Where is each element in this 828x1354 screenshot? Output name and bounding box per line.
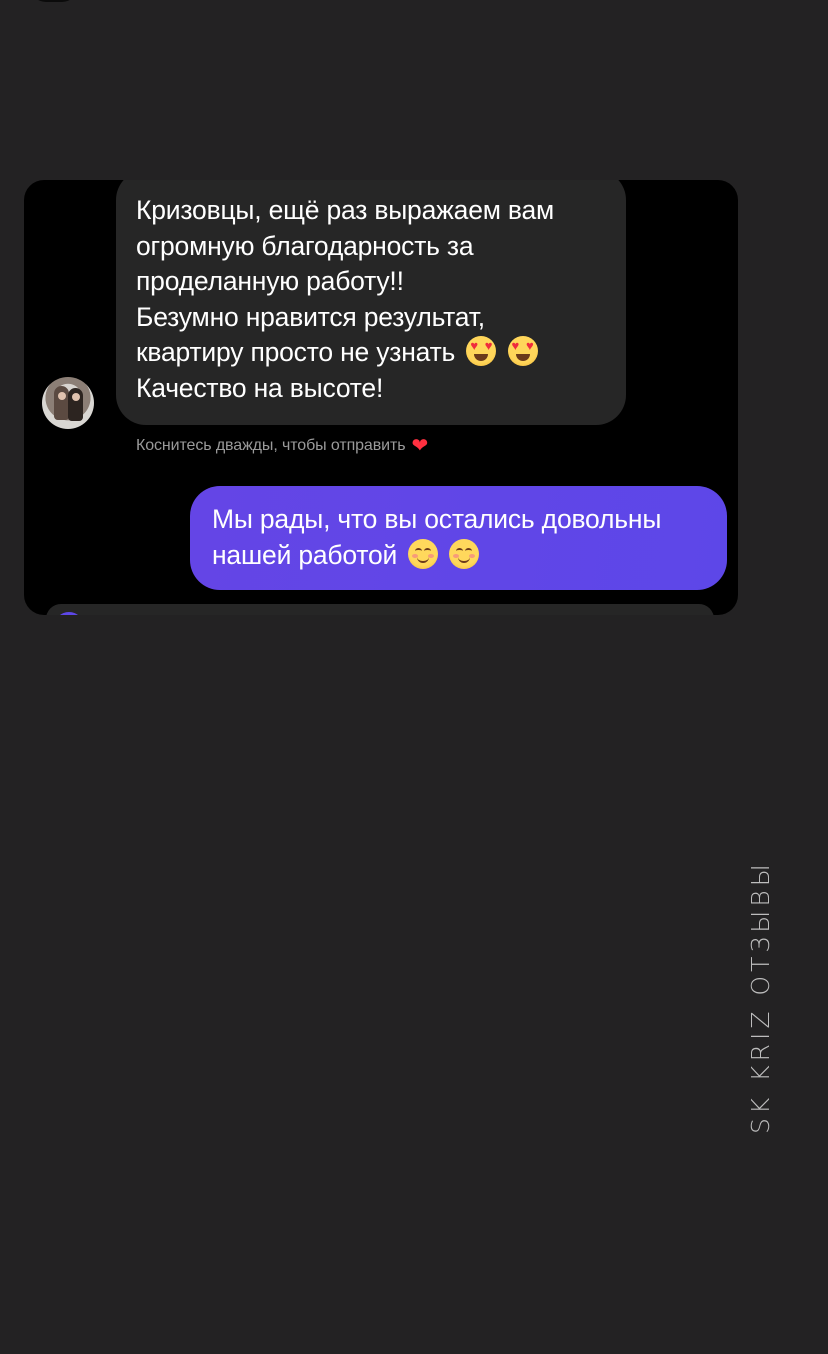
avatar-face xyxy=(72,393,80,401)
message-line-with-emoji: квартиру просто не узнать xyxy=(136,335,616,371)
story-page: Кризовцы, ещё раз выражаем вам огромную … xyxy=(0,0,828,1354)
message-line: Безумно нравится результат, xyxy=(136,301,485,332)
message-line: проделанную работу!! xyxy=(136,266,404,297)
red-heart-icon[interactable]: ❤ xyxy=(411,433,428,458)
top-edge-shape xyxy=(30,0,78,2)
heart-eyes-emoji-icon xyxy=(507,336,538,367)
watermark-text: SK KRIZ ОТЗЫВЫ xyxy=(746,860,775,1134)
message-line: квартиру просто не узнать xyxy=(136,337,456,368)
sender-avatar[interactable] xyxy=(42,377,94,429)
chat-screenshot-card: Кризовцы, ещё раз выражаем вам огромную … xyxy=(24,180,738,615)
message-line: Качество на высоте! xyxy=(136,372,384,403)
message-line-with-emoji: нашей работой xyxy=(212,538,712,574)
message-line: огромную благодарность за xyxy=(136,230,474,261)
message-line: Мы рады, что вы остались довольны xyxy=(212,504,662,534)
outgoing-message-bubble[interactable]: Мы рады, что вы остались довольны нашей … xyxy=(190,486,727,590)
double-tap-hint[interactable]: Коснитесь дважды, чтобы отправить ❤ xyxy=(136,433,428,458)
double-tap-hint-text: Коснитесь дважды, чтобы отправить xyxy=(136,437,406,454)
smiling-face-emoji-icon xyxy=(408,538,439,569)
avatar-face xyxy=(58,392,66,400)
heart-eyes-emoji-icon xyxy=(466,336,497,367)
smiling-face-emoji-icon xyxy=(449,538,480,569)
incoming-message-text: Кризовцы, ещё раз выражаем вам огромную … xyxy=(136,193,616,407)
outgoing-message-text: Мы рады, что вы остались довольны нашей … xyxy=(212,502,712,573)
next-message-bubble-partial xyxy=(46,604,714,615)
message-line: Кризовцы, ещё раз выражаем вам xyxy=(136,195,555,225)
message-line: нашей работой xyxy=(212,539,398,570)
